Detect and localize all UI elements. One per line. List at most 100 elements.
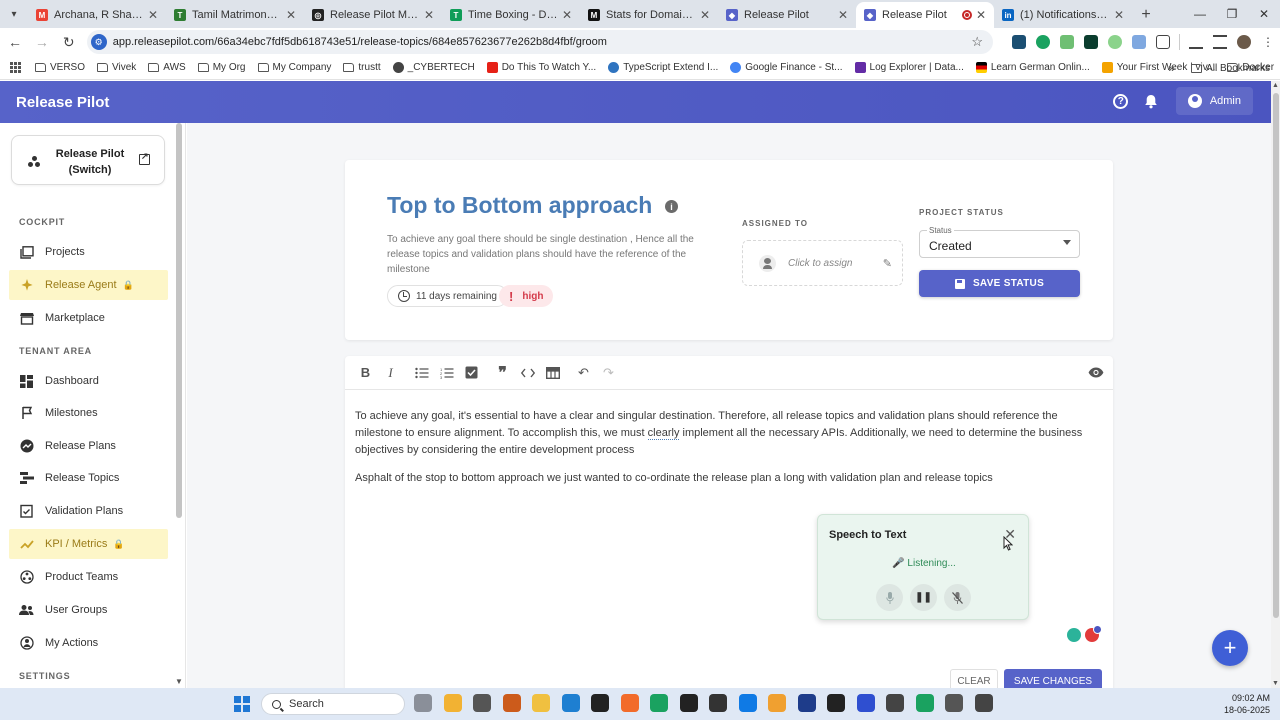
taskbar-app-icon[interactable] xyxy=(945,694,963,712)
bookmark-folder[interactable]: My Org xyxy=(197,62,246,73)
redo-icon[interactable]: ↷ xyxy=(596,362,621,384)
add-fab-button[interactable]: + xyxy=(1212,630,1248,666)
all-bookmarks-button[interactable]: All Bookmarks xyxy=(1191,63,1270,74)
kebab-menu-icon[interactable]: ⋮ xyxy=(1261,35,1275,49)
extension-icon[interactable] xyxy=(1060,35,1075,49)
apps-grid-icon[interactable] xyxy=(10,61,21,74)
puzzle-icon[interactable] xyxy=(1156,35,1171,49)
microphone-icon[interactable] xyxy=(876,584,903,611)
scroll-down-icon[interactable]: ▼ xyxy=(1272,680,1279,687)
extension-icon[interactable] xyxy=(1036,35,1051,49)
windows-start-icon[interactable] xyxy=(234,696,250,712)
scroll-up-icon[interactable]: ▲ xyxy=(1272,82,1279,89)
taskbar-app-icon[interactable] xyxy=(561,694,580,712)
back-icon[interactable]: ← xyxy=(3,30,27,54)
sidebar-scroll-thumb[interactable] xyxy=(176,123,182,518)
browser-tab-linkedin[interactable]: in (1) Notifications | Linkedi ✕ xyxy=(994,2,1132,28)
bookmark-star-icon[interactable]: ☆ xyxy=(971,34,983,50)
taskbar-app-icon[interactable] xyxy=(443,694,462,712)
spellcheck-word[interactable]: clearly xyxy=(647,427,680,440)
taskbar-app-icon[interactable] xyxy=(709,694,727,712)
sidebar-item-user-groups[interactable]: User Groups xyxy=(9,595,168,625)
taskbar-app-icon[interactable] xyxy=(827,694,845,712)
browser-tab-time-boxing[interactable]: T Time Boxing - Daily - Goo ✕ xyxy=(442,2,580,28)
admin-menu-button[interactable]: Admin xyxy=(1175,87,1253,115)
taskbar-app-icon[interactable] xyxy=(591,694,609,712)
bell-icon[interactable] xyxy=(1140,90,1162,112)
omnibox[interactable]: ⚙ app.releasepilot.com/66a34ebc7fdf5db61… xyxy=(86,30,994,54)
chevron-right-icon[interactable]: » xyxy=(1168,61,1175,75)
sidebar-item-kpi-metrics[interactable]: KPI / Metrics 🔒 xyxy=(9,529,168,559)
tab-close-icon[interactable]: ✕ xyxy=(838,8,848,22)
browser-tab-matrimony[interactable]: T Tamil Matrimony - The N ✕ xyxy=(166,2,304,28)
quote-icon[interactable]: ❞ xyxy=(490,362,515,384)
save-changes-button[interactable]: SAVE CHANGES xyxy=(1004,669,1102,688)
browser-tab-market-fit[interactable]: ◎ Release Pilot Market Fit ✕ xyxy=(304,2,442,28)
browser-tab-release-pilot[interactable]: ◆ Release Pilot ✕ xyxy=(718,2,856,28)
bookmark-folder[interactable]: My Company xyxy=(257,62,331,73)
tab-search-icon[interactable]: ▾ xyxy=(0,0,28,28)
bookmark-link[interactable]: TypeScript Extend I... xyxy=(608,62,718,73)
url-text[interactable]: app.releasepilot.com/66a34ebc7fdf5db6187… xyxy=(113,36,972,48)
notification-extension-icon[interactable] xyxy=(1085,625,1102,642)
taskbar-app-icon[interactable] xyxy=(974,694,993,712)
editor-paragraph[interactable]: To achieve any goal, it's essential to h… xyxy=(355,408,1095,459)
table-icon[interactable] xyxy=(540,362,565,384)
browser-tab-stats[interactable]: M Stats for Domain-Driven ✕ xyxy=(580,2,718,28)
page-scrollbar[interactable]: ▲ ▼ xyxy=(1271,81,1280,688)
bold-icon[interactable]: B xyxy=(353,362,378,384)
project-switch-card[interactable]: Release Pilot (Switch) xyxy=(11,135,165,185)
taskbar-app-icon[interactable] xyxy=(502,694,521,712)
taskbar-app-icon[interactable] xyxy=(768,694,786,712)
numbered-list-icon[interactable]: 123 xyxy=(434,362,459,384)
tab-close-icon[interactable]: ✕ xyxy=(1114,8,1124,22)
sidebar-item-projects[interactable]: Projects xyxy=(9,237,168,267)
undo-icon[interactable]: ↶ xyxy=(571,362,596,384)
profile-avatar[interactable] xyxy=(1237,35,1252,49)
forward-icon[interactable]: → xyxy=(30,30,54,54)
taskbar-app-icon[interactable] xyxy=(797,694,816,712)
bookmark-link[interactable]: Learn German Onlin... xyxy=(975,62,1090,73)
tab-close-icon[interactable]: ✕ xyxy=(562,8,572,22)
open-external-icon[interactable] xyxy=(139,151,150,165)
taskbar-app-icon[interactable] xyxy=(886,694,904,712)
sidebar-item-milestones[interactable]: Milestones xyxy=(9,398,168,428)
sidebar-item-marketplace[interactable]: Marketplace xyxy=(9,303,168,333)
taskbar-app-icon[interactable] xyxy=(915,694,934,712)
assign-user-box[interactable]: Click to assign ✎ xyxy=(742,240,903,286)
sidebar-item-validation-plans[interactable]: Validation Plans xyxy=(9,496,168,526)
extension-icon[interactable] xyxy=(1012,35,1027,49)
taskbar-search[interactable]: Search xyxy=(261,693,405,715)
save-status-button[interactable]: SAVE STATUS xyxy=(919,270,1080,297)
reload-icon[interactable]: ↻ xyxy=(57,30,81,54)
extension-icon[interactable] xyxy=(1084,35,1099,49)
info-icon[interactable]: i xyxy=(665,200,678,213)
taskbar-app-icon[interactable] xyxy=(856,694,875,712)
preview-eye-icon[interactable] xyxy=(1087,363,1105,381)
site-info-icon[interactable]: ⚙ xyxy=(90,34,107,50)
bookmark-link[interactable]: _CYBERTECH xyxy=(392,62,475,73)
sidebar-item-release-agent[interactable]: Release Agent 🔒 xyxy=(9,270,168,300)
page-scroll-thumb[interactable] xyxy=(1273,93,1279,618)
media-icon[interactable] xyxy=(1213,35,1228,49)
bookmark-folder[interactable]: Vivek xyxy=(97,62,136,73)
close-window-icon[interactable]: ✕ xyxy=(1248,0,1280,28)
tab-close-icon[interactable]: ✕ xyxy=(286,8,296,22)
bullet-list-icon[interactable] xyxy=(409,362,434,384)
bookmark-folder[interactable]: VERSO xyxy=(35,62,85,73)
tab-close-icon[interactable]: ✕ xyxy=(700,8,710,22)
grammar-extension-icon[interactable] xyxy=(1067,628,1081,642)
sidebar-item-dashboard[interactable]: Dashboard xyxy=(9,366,168,396)
tab-close-icon[interactable]: ✕ xyxy=(424,8,434,22)
browser-tab-gmail[interactable]: M Archana, R Shabthika & 3 ✕ xyxy=(28,2,166,28)
new-tab-button[interactable]: + xyxy=(1132,2,1160,28)
taskbar-app-icon[interactable] xyxy=(650,694,668,712)
sidebar-item-release-topics[interactable]: Release Topics xyxy=(9,463,168,493)
tab-close-icon[interactable]: ✕ xyxy=(976,8,986,22)
bookmark-link[interactable]: Do This To Watch Y... xyxy=(486,62,596,73)
clear-button[interactable]: CLEAR xyxy=(950,669,998,688)
download-icon[interactable] xyxy=(1189,35,1204,49)
bookmark-link[interactable]: Log Explorer | Data... xyxy=(854,62,964,73)
taskbar-app-icon[interactable] xyxy=(679,694,698,712)
editor-content[interactable]: To achieve any goal, it's essential to h… xyxy=(355,408,1095,498)
